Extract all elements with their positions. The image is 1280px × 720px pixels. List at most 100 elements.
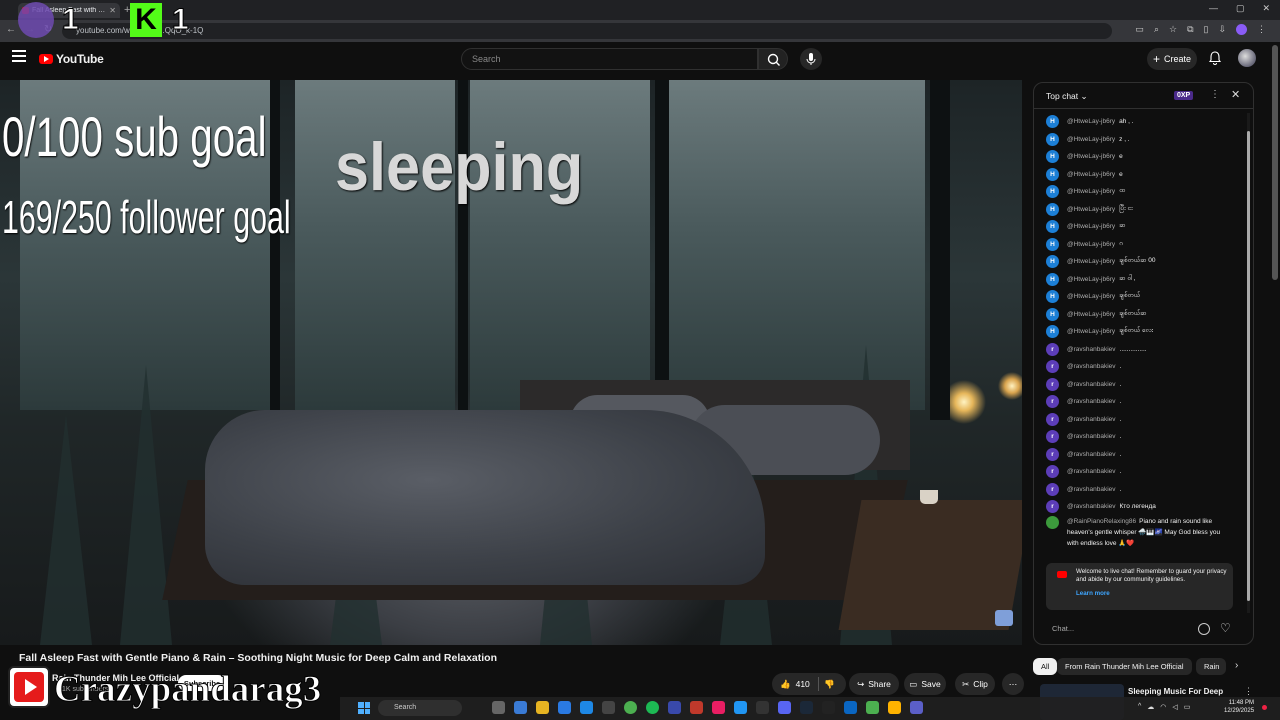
chat-avatar[interactable]: H (1046, 167, 1059, 181)
volume-icon[interactable]: ◁ (1172, 703, 1177, 711)
hamburger-menu-icon[interactable] (12, 50, 26, 64)
chat-author[interactable]: @ravshanbakiev (1067, 398, 1116, 405)
youtube-logo[interactable]: YouTube (39, 52, 104, 66)
chat-author[interactable]: @HtweLay-jb6ry (1067, 153, 1115, 160)
gift-icon[interactable] (995, 610, 1013, 626)
dislike-icon[interactable]: 👎 (824, 679, 835, 690)
chat-avatar[interactable]: H (1046, 290, 1059, 304)
chat-author[interactable]: @ravshanbakiev (1067, 433, 1116, 440)
chat-avatar[interactable]: H (1046, 202, 1059, 216)
minimize-icon[interactable]: — (1209, 3, 1218, 14)
chat-author[interactable]: @HtweLay-jb6ry (1067, 223, 1115, 230)
chat-avatar[interactable]: H (1046, 237, 1059, 251)
cast-icon[interactable]: ▭ (1135, 24, 1144, 35)
chat-scrollbar[interactable] (1247, 131, 1250, 601)
sidebar-icon[interactable]: ▯ (1204, 24, 1209, 35)
chat-close-icon[interactable]: ✕ (1231, 88, 1240, 101)
chat-avatar[interactable]: H (1046, 307, 1059, 321)
chat-avatar[interactable] (1046, 515, 1059, 529)
share-button[interactable]: ↪ Share (849, 673, 899, 695)
profile-avatar[interactable] (1236, 24, 1247, 35)
tray-chevron-icon[interactable]: ^ (1138, 703, 1141, 711)
chat-author[interactable]: @ravshanbakiev (1067, 416, 1116, 423)
extensions-icon[interactable]: ⧉ (1187, 24, 1193, 35)
chat-author[interactable]: @ravshanbakiev (1067, 503, 1116, 510)
spotify-icon[interactable] (646, 701, 659, 714)
tiktok-icon[interactable] (712, 701, 725, 714)
chip-all[interactable]: All (1033, 658, 1058, 675)
xp-badge[interactable]: 0XP (1174, 91, 1194, 100)
like-icon[interactable]: 👍 (780, 679, 791, 690)
chat-author[interactable]: @HtweLay-jb6ry (1067, 293, 1115, 300)
chat-author[interactable]: @HtweLay-jb6ry (1067, 171, 1115, 178)
chat-author[interactable]: @HtweLay-jb6ry (1067, 328, 1115, 335)
save-button[interactable]: ▭ Save (904, 673, 946, 695)
chat-avatar[interactable]: r (1046, 342, 1059, 356)
discord-icon[interactable] (778, 701, 791, 714)
chat-avatar[interactable]: r (1046, 377, 1059, 391)
battery-icon[interactable]: ▭ (1184, 703, 1191, 711)
chat-author[interactable]: @HtweLay-jb6ry (1067, 136, 1115, 143)
close-window-icon[interactable]: ✕ (1262, 3, 1270, 14)
recommended-more-icon[interactable]: ⋮ (1244, 686, 1253, 697)
tab-close-icon[interactable]: ✕ (109, 6, 116, 15)
emoji-icon[interactable] (1198, 623, 1210, 635)
chat-author[interactable]: @HtweLay-jb6ry (1067, 206, 1115, 213)
app-icon[interactable] (734, 701, 747, 714)
chat-author[interactable]: @ravshanbakiev (1067, 346, 1116, 353)
chat-author[interactable]: @HtweLay-jb6ry (1067, 118, 1115, 125)
chip-from-channel[interactable]: From Rain Thunder Mih Lee Official (1057, 658, 1192, 675)
chat-avatar[interactable]: H (1046, 150, 1059, 164)
page-scrollbar[interactable] (1272, 45, 1278, 280)
chat-author[interactable]: @HtweLay-jb6ry (1067, 311, 1115, 318)
browser-menu-icon[interactable]: ⋮ (1257, 24, 1266, 35)
app-icon[interactable] (668, 701, 681, 714)
chat-author[interactable]: @HtweLay-jb6ry (1067, 258, 1115, 265)
chat-menu-icon[interactable]: ⋮ (1210, 89, 1220, 100)
kick-app-icon[interactable] (822, 701, 835, 714)
cloud-icon[interactable]: ☁ (1147, 703, 1154, 711)
edge-icon[interactable] (580, 701, 593, 714)
recommended-title[interactable]: Sleeping Music For Deep (1128, 687, 1223, 696)
taskbar-clock[interactable]: 11:48 PM 12/29/2025 (1224, 699, 1254, 715)
create-button[interactable]: + Create (1147, 48, 1197, 70)
store-icon[interactable] (558, 701, 571, 714)
more-actions-button[interactable]: ⋯ (1002, 673, 1024, 695)
chat-author[interactable]: @RainPianoRelaxing86 (1067, 518, 1136, 525)
clip-button[interactable]: ✂ Clip (955, 673, 995, 695)
bookmark-star-icon[interactable]: ☆ (1169, 24, 1177, 35)
obs-icon[interactable] (690, 701, 703, 714)
chat-avatar[interactable]: r (1046, 500, 1059, 514)
video-player[interactable]: 0/100 sub goal 169/250 follower goal sle… (0, 80, 1022, 645)
teams-icon[interactable] (910, 701, 923, 714)
learn-more-link[interactable]: Learn more (1076, 590, 1227, 598)
chat-author[interactable]: @ravshanbakiev (1067, 363, 1116, 370)
chat-avatar[interactable]: r (1046, 395, 1059, 409)
search-button[interactable] (758, 48, 788, 70)
chrome-icon[interactable] (624, 701, 637, 714)
chat-avatar[interactable]: r (1046, 447, 1059, 461)
chat-avatar[interactable]: r (1046, 430, 1059, 444)
taskbar-search[interactable]: Search (378, 700, 462, 716)
downloads-icon[interactable]: ⇩ (1218, 24, 1226, 35)
chat-author[interactable]: @ravshanbakiev (1067, 451, 1116, 458)
chat-author[interactable]: @HtweLay-jb6ry (1067, 276, 1115, 283)
search-input[interactable]: Search (461, 48, 758, 70)
chip-rain[interactable]: Rain (1196, 658, 1226, 675)
file-explorer-icon[interactable] (536, 701, 549, 714)
chat-input[interactable]: Chat... (1042, 620, 1192, 638)
chat-mode-dropdown[interactable]: Top chat ⌄ (1046, 91, 1088, 102)
app-icon[interactable] (844, 701, 857, 714)
chat-avatar[interactable]: H (1046, 132, 1059, 146)
chat-author[interactable]: @HtweLay-jb6ry (1067, 188, 1115, 195)
notifications-bell-icon[interactable] (1207, 50, 1223, 66)
chevron-right-icon[interactable]: › (1235, 660, 1238, 671)
task-view-icon[interactable] (492, 701, 505, 714)
chat-avatar[interactable]: H (1046, 272, 1059, 286)
back-icon[interactable]: ← (6, 24, 16, 35)
app-icon[interactable] (888, 701, 901, 714)
chat-author[interactable]: @ravshanbakiev (1067, 468, 1116, 475)
chat-avatar[interactable]: r (1046, 465, 1059, 479)
chat-avatar[interactable]: H (1046, 325, 1059, 339)
address-bar[interactable]: youtube.com/watch?v=...QqO_k-1Q (62, 23, 1112, 39)
